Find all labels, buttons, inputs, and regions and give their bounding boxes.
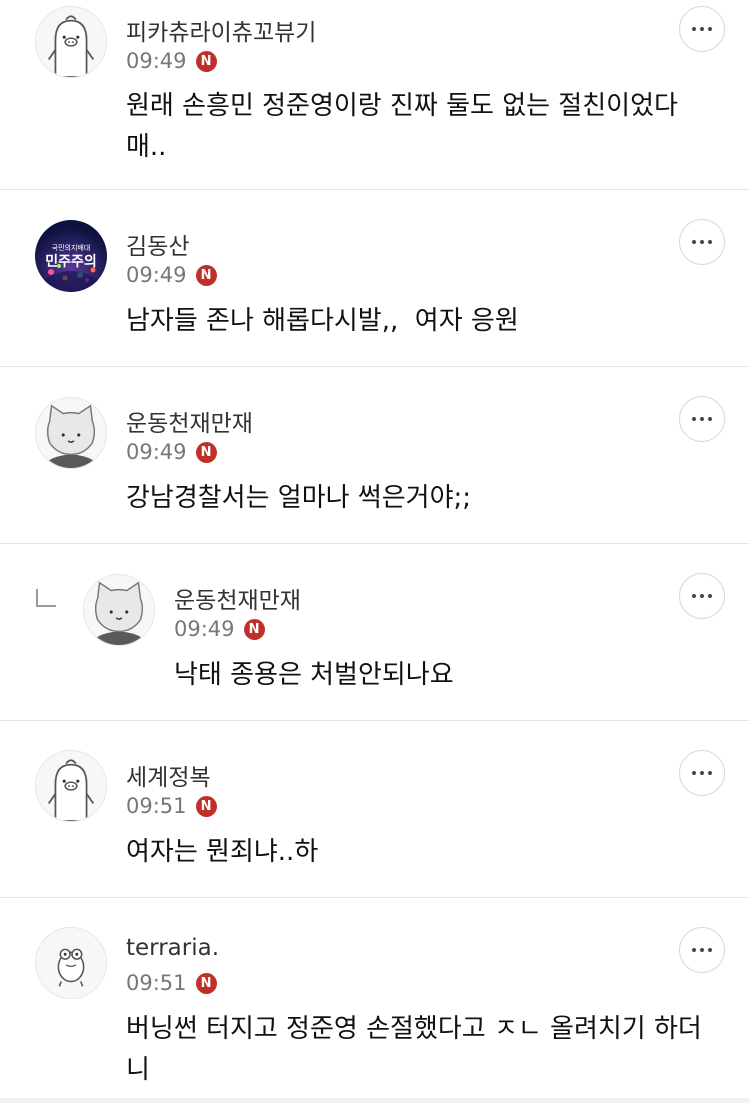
new-badge: N [195, 50, 217, 72]
dot-icon [692, 417, 696, 421]
avatar[interactable] [35, 750, 107, 822]
new-badge: N [195, 441, 217, 463]
dot-icon [692, 948, 696, 952]
frog-character-icon [36, 928, 106, 998]
comment-time: 09:51 [126, 971, 187, 995]
dot-icon [700, 417, 704, 421]
avatar[interactable] [35, 397, 107, 469]
dot-icon [708, 594, 712, 598]
new-badge: N [195, 972, 217, 994]
comment-nickname[interactable]: 피카츄라이츄꼬뷰기 [126, 13, 316, 47]
more-options-button[interactable] [679, 396, 725, 442]
new-badge: N [195, 264, 217, 286]
comment-nickname[interactable]: 운동천재만재 [174, 581, 301, 615]
comment-meta: 09:49 N [174, 617, 265, 641]
comment-text: 여자는 뭔죄냐..하 [126, 837, 319, 867]
avatar-big-text: 민주주의 [45, 254, 97, 270]
dot-icon [692, 27, 696, 31]
comment-time: 09:51 [126, 794, 187, 818]
penguin-character-icon [36, 751, 106, 821]
dot-icon [700, 594, 704, 598]
more-options-button[interactable] [679, 219, 725, 265]
comment-nickname[interactable]: 운동천재만재 [126, 404, 253, 438]
dot-icon [700, 27, 704, 31]
bottom-divider [0, 1098, 749, 1103]
comment-time: 09:49 [126, 49, 187, 73]
reply-item: 운동천재만재 09:49 N 낙태 종용은 처벌안되나요 [0, 544, 749, 720]
avatar[interactable] [35, 6, 107, 78]
comment-item: 운동천재만재 09:49 N 강남경찰서는 얼마나 썩은거야;; [0, 367, 749, 543]
comment-item: 세계정복 09:51 N 여자는 뭔죄냐..하 [0, 721, 749, 897]
comment-meta: 09:49 N [126, 263, 217, 287]
dot-icon [708, 27, 712, 31]
cat-character-icon [36, 398, 106, 468]
comment-text: 낙태 종용은 처벌안되나요 [174, 660, 454, 690]
more-options-button[interactable] [679, 750, 725, 796]
dot-icon [692, 771, 696, 775]
comment-item: 국민의지배대 민주주의 김동산 09:49 N 남자들 존나 해롭다시발,, 여… [0, 190, 749, 366]
comment-meta: 09:51 N [126, 794, 217, 818]
comment-text: 남자들 존나 해롭다시발,, 여자 응원 [126, 306, 519, 336]
comment-meta: 09:49 N [126, 440, 217, 464]
dot-icon [708, 771, 712, 775]
more-options-button[interactable] [679, 573, 725, 619]
comment-time: 09:49 [126, 440, 187, 464]
dot-icon [700, 240, 704, 244]
more-options-button[interactable] [679, 6, 725, 52]
dot-icon [692, 594, 696, 598]
dot-icon [700, 771, 704, 775]
reply-indicator-icon [36, 589, 56, 607]
comment-text: 원래 손흥민 정준영이랑 진짜 둘도 없는 절친이었다매.. [126, 91, 678, 162]
comment-text: 강남경찰서는 얼마나 썩은거야;; [126, 483, 472, 513]
new-badge: N [195, 795, 217, 817]
dot-icon [700, 948, 704, 952]
dot-icon [708, 240, 712, 244]
avatar[interactable] [35, 927, 107, 999]
cat-character-icon [84, 575, 154, 645]
comment-item: terraria. 09:51 N 버닝썬 터지고 정준영 손절했다고 ㅈㄴ 올… [0, 898, 749, 1098]
comment-nickname[interactable]: 세계정복 [126, 758, 211, 792]
comment-time: 09:49 [126, 263, 187, 287]
new-badge: N [243, 618, 265, 640]
dot-icon [692, 240, 696, 244]
avatar[interactable] [83, 574, 155, 646]
penguin-character-icon [36, 7, 106, 77]
dot-icon [708, 948, 712, 952]
comment-nickname[interactable]: 김동산 [126, 227, 189, 261]
more-options-button[interactable] [679, 927, 725, 973]
comment-meta: 09:49 N [126, 49, 217, 73]
comment-text: 버닝썬 터지고 정준영 손절했다고 ㅈㄴ 올려치기 하더니 [126, 1014, 702, 1085]
comment-nickname[interactable]: terraria. [126, 935, 219, 961]
comment-time: 09:49 [174, 617, 235, 641]
comment-item: 피카츄라이츄꼬뷰기 09:49 N 원래 손흥민 정준영이랑 진짜 둘도 없는 … [0, 0, 749, 189]
comment-meta: 09:51 N [126, 971, 217, 995]
dot-icon [708, 417, 712, 421]
